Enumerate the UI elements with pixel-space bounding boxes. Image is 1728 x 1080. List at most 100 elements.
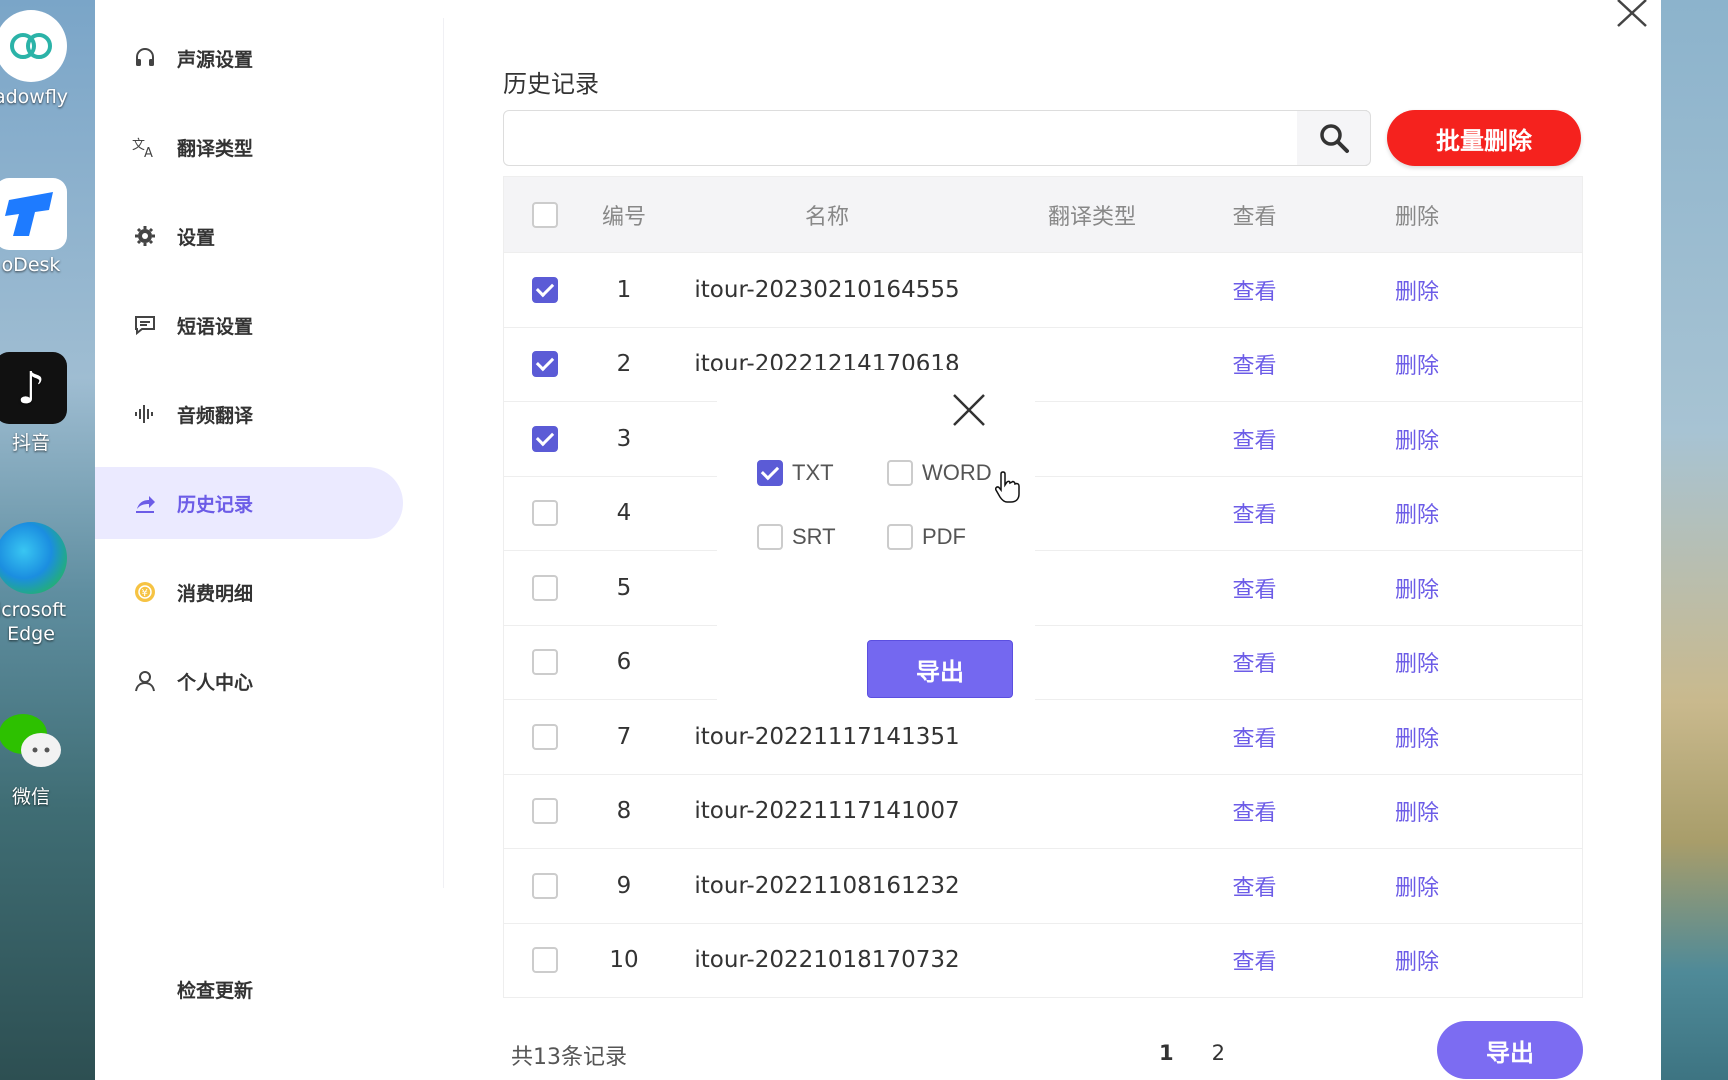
row-checkbox[interactable] <box>532 425 558 452</box>
row-checkbox[interactable] <box>532 872 558 899</box>
edge-app-icon <box>0 522 67 594</box>
view-link[interactable]: 查看 <box>1232 503 1276 528</box>
wechat-app-icon <box>0 706 67 778</box>
table-row: 3 查看 删除 <box>504 401 1582 476</box>
desktop-shortcut-shadowfly[interactable]: adowfly <box>0 10 74 108</box>
page-title: 历史记录 <box>503 70 599 98</box>
delete-link[interactable]: 删除 <box>1395 950 1439 975</box>
check-update-link[interactable]: 检查更新 <box>177 976 253 1003</box>
row-num: 4 <box>616 500 632 527</box>
dialog-close-icon[interactable] <box>951 392 987 428</box>
pagination: 1 2 <box>1159 1041 1225 1065</box>
row-checkbox[interactable] <box>532 947 558 974</box>
todesk-app-icon <box>0 178 67 250</box>
header-delete: 删除 <box>1394 204 1439 230</box>
row-num: 2 <box>616 351 632 378</box>
sidebar-item-history[interactable]: 历史记录 <box>95 467 403 539</box>
view-link[interactable]: 查看 <box>1232 354 1276 379</box>
sidebar-item-label: 历史记录 <box>177 493 254 516</box>
desktop-shortcut-douyin[interactable]: ♪ 抖音 <box>0 352 74 455</box>
sidebar-item-translation-type[interactable]: 文A 翻译类型 <box>95 111 403 183</box>
history-table: 编号 名称 翻译类型 查看 删除 1 itour-20230210164555 查看… <box>503 176 1583 998</box>
desktop-wallpaper-right <box>1661 0 1728 1080</box>
view-link[interactable]: 查看 <box>1232 727 1276 752</box>
view-link[interactable]: 查看 <box>1232 950 1276 975</box>
delete-link[interactable]: 删除 <box>1395 354 1439 379</box>
message-icon <box>131 311 159 339</box>
row-checkbox[interactable] <box>532 351 558 378</box>
sidebar-item-audio-translation[interactable]: 音频翻译 <box>95 378 403 450</box>
select-all-checkbox[interactable] <box>532 201 558 228</box>
close-window-icon[interactable] <box>1614 0 1648 32</box>
export-option-pdf[interactable]: PDF <box>887 524 966 550</box>
page-1[interactable]: 1 <box>1159 1041 1174 1065</box>
row-checkbox[interactable] <box>532 649 558 676</box>
table-row: 7 itour-20221117141351 查看 删除 <box>504 699 1582 774</box>
history-share-icon <box>131 489 159 517</box>
option-label: SRT <box>792 524 836 549</box>
sidebar-item-label: 声源设置 <box>177 48 254 71</box>
row-checkbox[interactable] <box>532 500 558 527</box>
svg-text:A: A <box>144 146 153 159</box>
dialog-export-button[interactable]: 导出 <box>867 640 1013 698</box>
view-link[interactable]: 查看 <box>1232 429 1276 454</box>
table-row: 2 itour-20221214170618 查看 删除 <box>504 326 1582 402</box>
row-checkbox[interactable] <box>532 276 558 303</box>
pdf-checkbox[interactable] <box>887 524 913 550</box>
desktop-shortcut-wechat[interactable]: 微信 <box>0 706 74 809</box>
table-row: 8 itour-20221117141007 查看 删除 <box>504 773 1582 849</box>
delete-link[interactable]: 删除 <box>1395 652 1439 677</box>
row-checkbox[interactable] <box>532 798 558 825</box>
view-link[interactable]: 查看 <box>1232 801 1276 826</box>
view-link[interactable]: 查看 <box>1232 652 1276 677</box>
row-num: 3 <box>616 425 632 452</box>
sidebar-item-billing[interactable]: ¥ 消费明细 <box>95 556 403 628</box>
delete-link[interactable]: 删除 <box>1395 503 1439 528</box>
export-option-txt[interactable]: TXT <box>757 460 834 486</box>
sidebar-item-profile[interactable]: 个人中心 <box>95 645 403 717</box>
sidebar-item-audio-source[interactable]: 声源设置 <box>95 22 403 94</box>
batch-delete-button[interactable]: 批量删除 <box>1387 110 1581 166</box>
sidebar-divider <box>443 18 444 888</box>
sidebar-item-phrases[interactable]: 短语设置 <box>95 289 403 361</box>
search-button[interactable] <box>1297 110 1371 166</box>
option-label: PDF <box>922 524 966 549</box>
desktop-shortcut-todesk[interactable]: oDesk <box>0 178 74 276</box>
view-link[interactable]: 查看 <box>1232 280 1276 305</box>
txt-checkbox[interactable] <box>757 460 783 486</box>
table-row: 5 查看 删除 <box>504 550 1582 625</box>
export-option-srt[interactable]: SRT <box>757 524 836 550</box>
row-checkbox[interactable] <box>532 574 558 601</box>
table-row: 1 itour-20230210164555 查看 删除 <box>504 252 1582 327</box>
sidebar-item-label: 个人中心 <box>177 671 254 694</box>
view-link[interactable]: 查看 <box>1232 876 1276 901</box>
desktop-shortcut-label: adowfly <box>0 86 69 108</box>
table-row: 10 itour-20221018170732 查看 删除 <box>504 922 1582 998</box>
export-button[interactable]: 导出 <box>1437 1021 1583 1079</box>
word-checkbox[interactable] <box>887 460 913 486</box>
delete-link[interactable]: 删除 <box>1395 727 1439 752</box>
delete-link[interactable]: 删除 <box>1395 429 1439 454</box>
table-row: 6 查看 删除 <box>504 624 1582 700</box>
coin-icon: ¥ <box>131 578 159 606</box>
row-name: itour-20221108161232 <box>694 872 960 899</box>
desktop-shortcut-edge[interactable]: icrosoft Edge <box>0 522 74 646</box>
header-num: 编号 <box>601 204 646 230</box>
export-option-word[interactable]: WORD <box>887 460 992 486</box>
total-records: 共13条记录 <box>511 1045 627 1070</box>
sidebar-item-label: 设置 <box>177 226 216 249</box>
delete-link[interactable]: 删除 <box>1395 578 1439 603</box>
delete-link[interactable]: 删除 <box>1395 876 1439 901</box>
search-input[interactable] <box>503 110 1367 166</box>
row-checkbox[interactable] <box>532 723 558 750</box>
view-link[interactable]: 查看 <box>1232 578 1276 603</box>
srt-checkbox[interactable] <box>757 524 783 550</box>
delete-link[interactable]: 删除 <box>1395 801 1439 826</box>
page-2[interactable]: 2 <box>1212 1041 1225 1065</box>
export-dialog: TXT WORD SRT PDF 导出 <box>717 370 1035 708</box>
row-name: itour-20221018170732 <box>694 947 960 974</box>
headphones-icon <box>131 44 159 72</box>
option-label: WORD <box>922 460 992 485</box>
delete-link[interactable]: 删除 <box>1395 280 1439 305</box>
sidebar-item-settings[interactable]: 设置 <box>95 200 403 272</box>
